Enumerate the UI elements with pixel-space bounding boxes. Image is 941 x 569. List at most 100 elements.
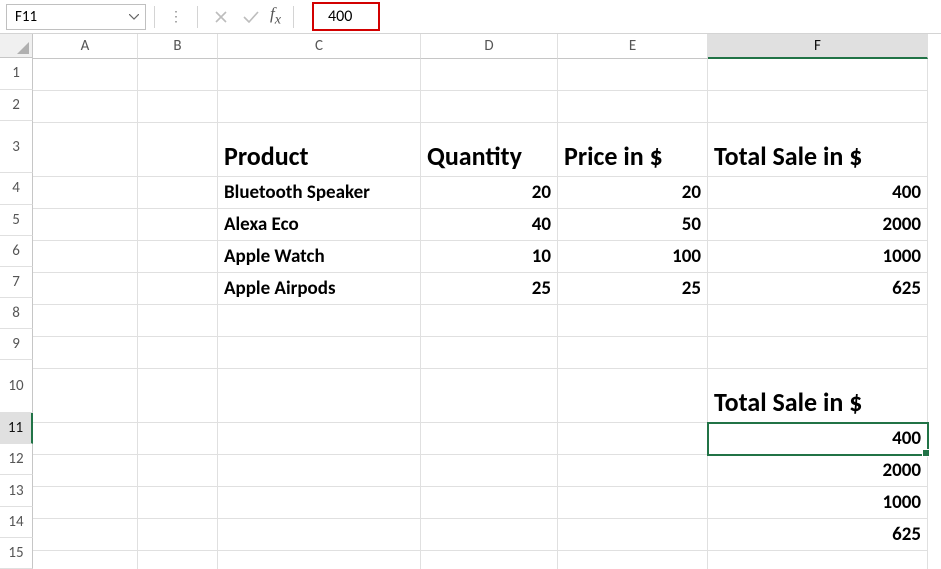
- cell-qty[interactable]: 10: [421, 241, 558, 273]
- cell[interactable]: [33, 337, 138, 369]
- row-header[interactable]: 15: [0, 538, 33, 569]
- row-header[interactable]: 9: [0, 329, 33, 360]
- cell[interactable]: [218, 337, 421, 369]
- cell[interactable]: [218, 487, 421, 519]
- cell[interactable]: [218, 455, 421, 487]
- active-cell[interactable]: 400: [708, 423, 928, 455]
- row-header[interactable]: 13: [0, 475, 33, 506]
- header-product[interactable]: Product: [218, 123, 421, 177]
- cell[interactable]: [421, 305, 558, 337]
- col-header[interactable]: C: [218, 34, 421, 59]
- cell[interactable]: [218, 59, 421, 91]
- cell[interactable]: [421, 337, 558, 369]
- cell[interactable]: [33, 455, 138, 487]
- enter-icon[interactable]: [236, 4, 266, 30]
- cell[interactable]: [33, 209, 138, 241]
- cell[interactable]: [421, 519, 558, 551]
- row-header[interactable]: 11: [0, 413, 33, 444]
- cell[interactable]: [558, 59, 708, 91]
- header-price[interactable]: Price in $: [558, 123, 708, 177]
- cell[interactable]: [421, 91, 558, 123]
- cell[interactable]: [421, 59, 558, 91]
- cell[interactable]: [33, 241, 138, 273]
- name-box[interactable]: F11: [6, 4, 146, 30]
- cell[interactable]: [138, 337, 218, 369]
- cell-total[interactable]: 1000: [708, 487, 928, 519]
- drag-handle-icon[interactable]: ⋮: [163, 8, 189, 25]
- col-header[interactable]: E: [558, 34, 708, 59]
- cell-qty[interactable]: 20: [421, 177, 558, 209]
- col-header[interactable]: F: [708, 34, 928, 59]
- row-header[interactable]: 2: [0, 90, 33, 121]
- cell[interactable]: [421, 423, 558, 455]
- cell-product[interactable]: Apple Airpods: [218, 273, 421, 305]
- cell[interactable]: [558, 305, 708, 337]
- cell[interactable]: [708, 59, 928, 91]
- cell[interactable]: [138, 273, 218, 305]
- cell[interactable]: [138, 123, 218, 177]
- cell[interactable]: [708, 551, 928, 569]
- cell[interactable]: [558, 487, 708, 519]
- cell-price[interactable]: 20: [558, 177, 708, 209]
- cell[interactable]: [33, 487, 138, 519]
- cell[interactable]: [421, 369, 558, 423]
- col-header[interactable]: D: [421, 34, 558, 59]
- cell[interactable]: [138, 209, 218, 241]
- cell-product[interactable]: Apple Watch: [218, 241, 421, 273]
- header-total[interactable]: Total Sale in $: [708, 123, 928, 177]
- cell-total[interactable]: 625: [708, 273, 928, 305]
- cell-qty[interactable]: 40: [421, 209, 558, 241]
- cell[interactable]: [138, 519, 218, 551]
- cell[interactable]: [218, 369, 421, 423]
- cell[interactable]: [708, 337, 928, 369]
- cell[interactable]: [33, 59, 138, 91]
- cell[interactable]: [218, 91, 421, 123]
- row-header[interactable]: 8: [0, 298, 33, 329]
- cell-price[interactable]: 50: [558, 209, 708, 241]
- cell[interactable]: [33, 123, 138, 177]
- header-quantity[interactable]: Quantity: [421, 123, 558, 177]
- cancel-icon[interactable]: [206, 4, 236, 30]
- cell[interactable]: [138, 305, 218, 337]
- cell-qty[interactable]: 25: [421, 273, 558, 305]
- cell[interactable]: [558, 519, 708, 551]
- cell[interactable]: [33, 423, 138, 455]
- cell[interactable]: [33, 273, 138, 305]
- row-header[interactable]: 10: [0, 360, 33, 413]
- cell[interactable]: [138, 487, 218, 519]
- cell[interactable]: [218, 423, 421, 455]
- cell-product[interactable]: Alexa Eco: [218, 209, 421, 241]
- row-header[interactable]: 12: [0, 444, 33, 475]
- cell[interactable]: [138, 455, 218, 487]
- cell[interactable]: [33, 551, 138, 569]
- cell[interactable]: [558, 91, 708, 123]
- cell[interactable]: [708, 305, 928, 337]
- cell-total[interactable]: 2000: [708, 209, 928, 241]
- chevron-down-icon[interactable]: [129, 14, 139, 20]
- cell[interactable]: [33, 305, 138, 337]
- cell[interactable]: [138, 59, 218, 91]
- cell[interactable]: [138, 369, 218, 423]
- cell-total[interactable]: 1000: [708, 241, 928, 273]
- cell[interactable]: [33, 177, 138, 209]
- row-header[interactable]: 14: [0, 507, 33, 538]
- cell[interactable]: [33, 519, 138, 551]
- cell[interactable]: [138, 241, 218, 273]
- header-total-2[interactable]: Total Sale in $: [708, 369, 928, 423]
- row-header[interactable]: 6: [0, 236, 33, 267]
- select-all-corner[interactable]: [0, 34, 33, 58]
- row-header[interactable]: 4: [0, 173, 33, 204]
- cell-price[interactable]: 100: [558, 241, 708, 273]
- row-header[interactable]: 7: [0, 267, 33, 298]
- cell[interactable]: [218, 551, 421, 569]
- fx-icon[interactable]: fx: [266, 4, 285, 28]
- cell[interactable]: [138, 91, 218, 123]
- cell[interactable]: [218, 305, 421, 337]
- cell[interactable]: [558, 369, 708, 423]
- row-header[interactable]: 3: [0, 121, 33, 174]
- cell[interactable]: [558, 423, 708, 455]
- cell[interactable]: [421, 551, 558, 569]
- cell-total[interactable]: 2000: [708, 455, 928, 487]
- row-header[interactable]: 5: [0, 205, 33, 236]
- cell-total[interactable]: 625: [708, 519, 928, 551]
